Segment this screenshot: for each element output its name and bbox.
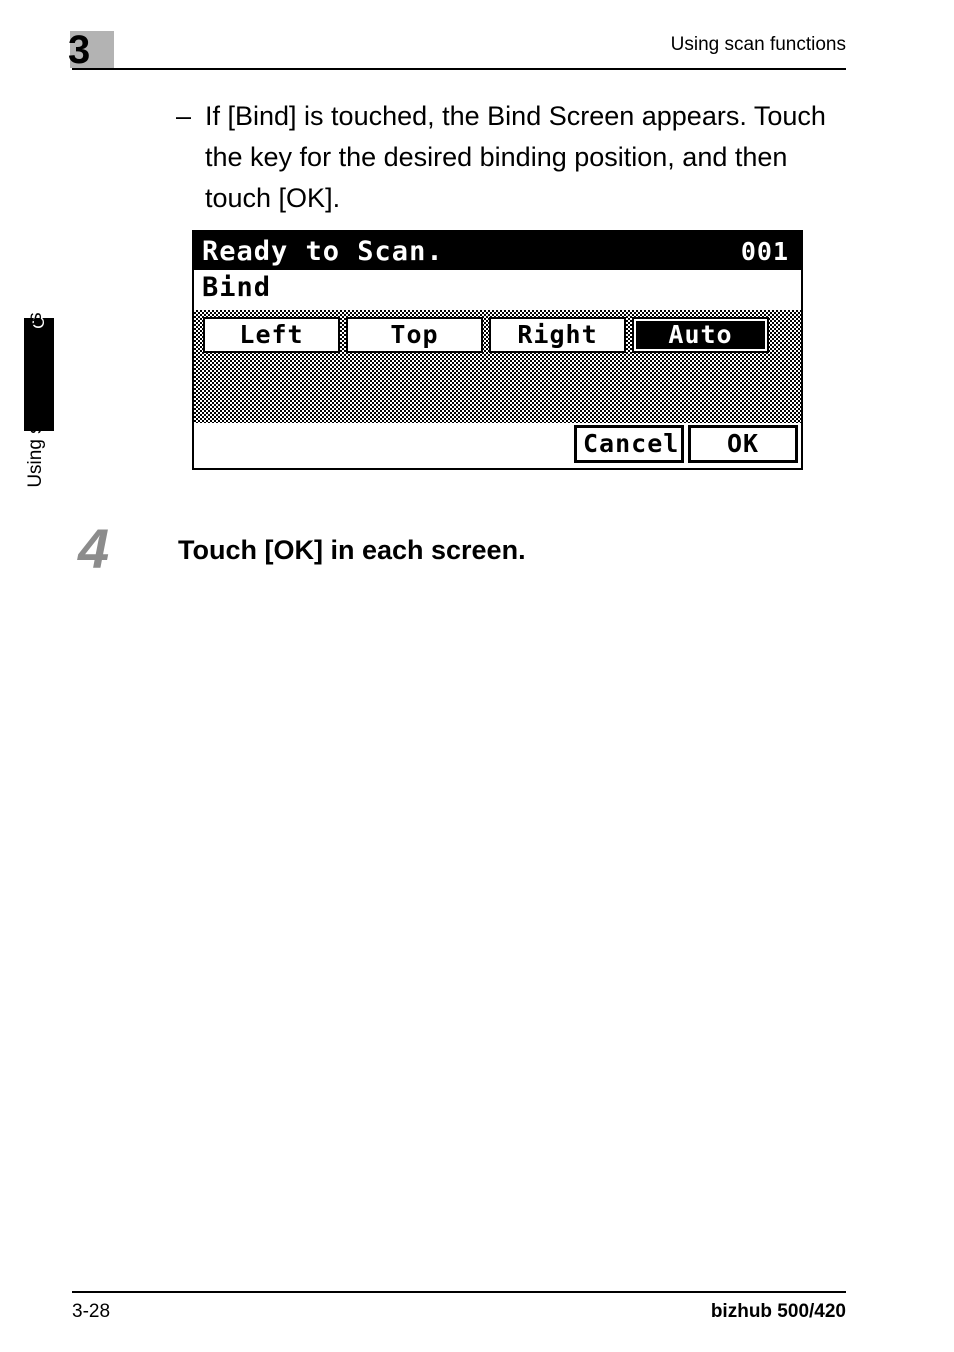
lcd-footer-area: Cancel OK: [194, 423, 801, 468]
footer-product-name: bizhub 500/420: [710, 1301, 846, 1322]
footer-divider: [72, 1291, 846, 1293]
lcd-bind-options-row: Left Top Right Auto: [203, 317, 769, 353]
instruction-text: If [Bind] is touched, the Bind Screen ap…: [205, 101, 826, 213]
lcd-screen-subtitle: Bind: [202, 272, 272, 303]
lcd-key-top[interactable]: Top: [346, 317, 483, 353]
lcd-screen-panel: Ready to Scan. 001 Bind Left Top Right A…: [192, 230, 803, 470]
header-divider: [72, 68, 846, 70]
lcd-copy-counter: 001: [740, 237, 789, 266]
lcd-key-auto[interactable]: Auto: [632, 317, 769, 353]
lcd-cancel-button[interactable]: Cancel: [574, 425, 684, 463]
lcd-work-area: Left Top Right Auto: [194, 310, 801, 423]
lcd-key-right[interactable]: Right: [489, 317, 626, 353]
lcd-action-row: Cancel OK: [574, 425, 798, 463]
lcd-ok-button[interactable]: OK: [688, 425, 798, 463]
instruction-dash: –: [176, 101, 192, 131]
chapter-number: 3: [68, 28, 90, 72]
step-number: 4: [78, 517, 110, 580]
lcd-title-bar: Ready to Scan. 001: [194, 232, 801, 270]
footer-page-number: 3-28: [72, 1301, 111, 1322]
lcd-status-text: Ready to Scan.: [202, 236, 444, 267]
lcd-key-left[interactable]: Left: [203, 317, 340, 353]
page-header-title: Using scan functions: [670, 34, 846, 55]
step-instruction-text: Touch [OK] in each screen.: [178, 535, 526, 565]
side-tab-section-label: Using scan functions: [25, 312, 46, 488]
